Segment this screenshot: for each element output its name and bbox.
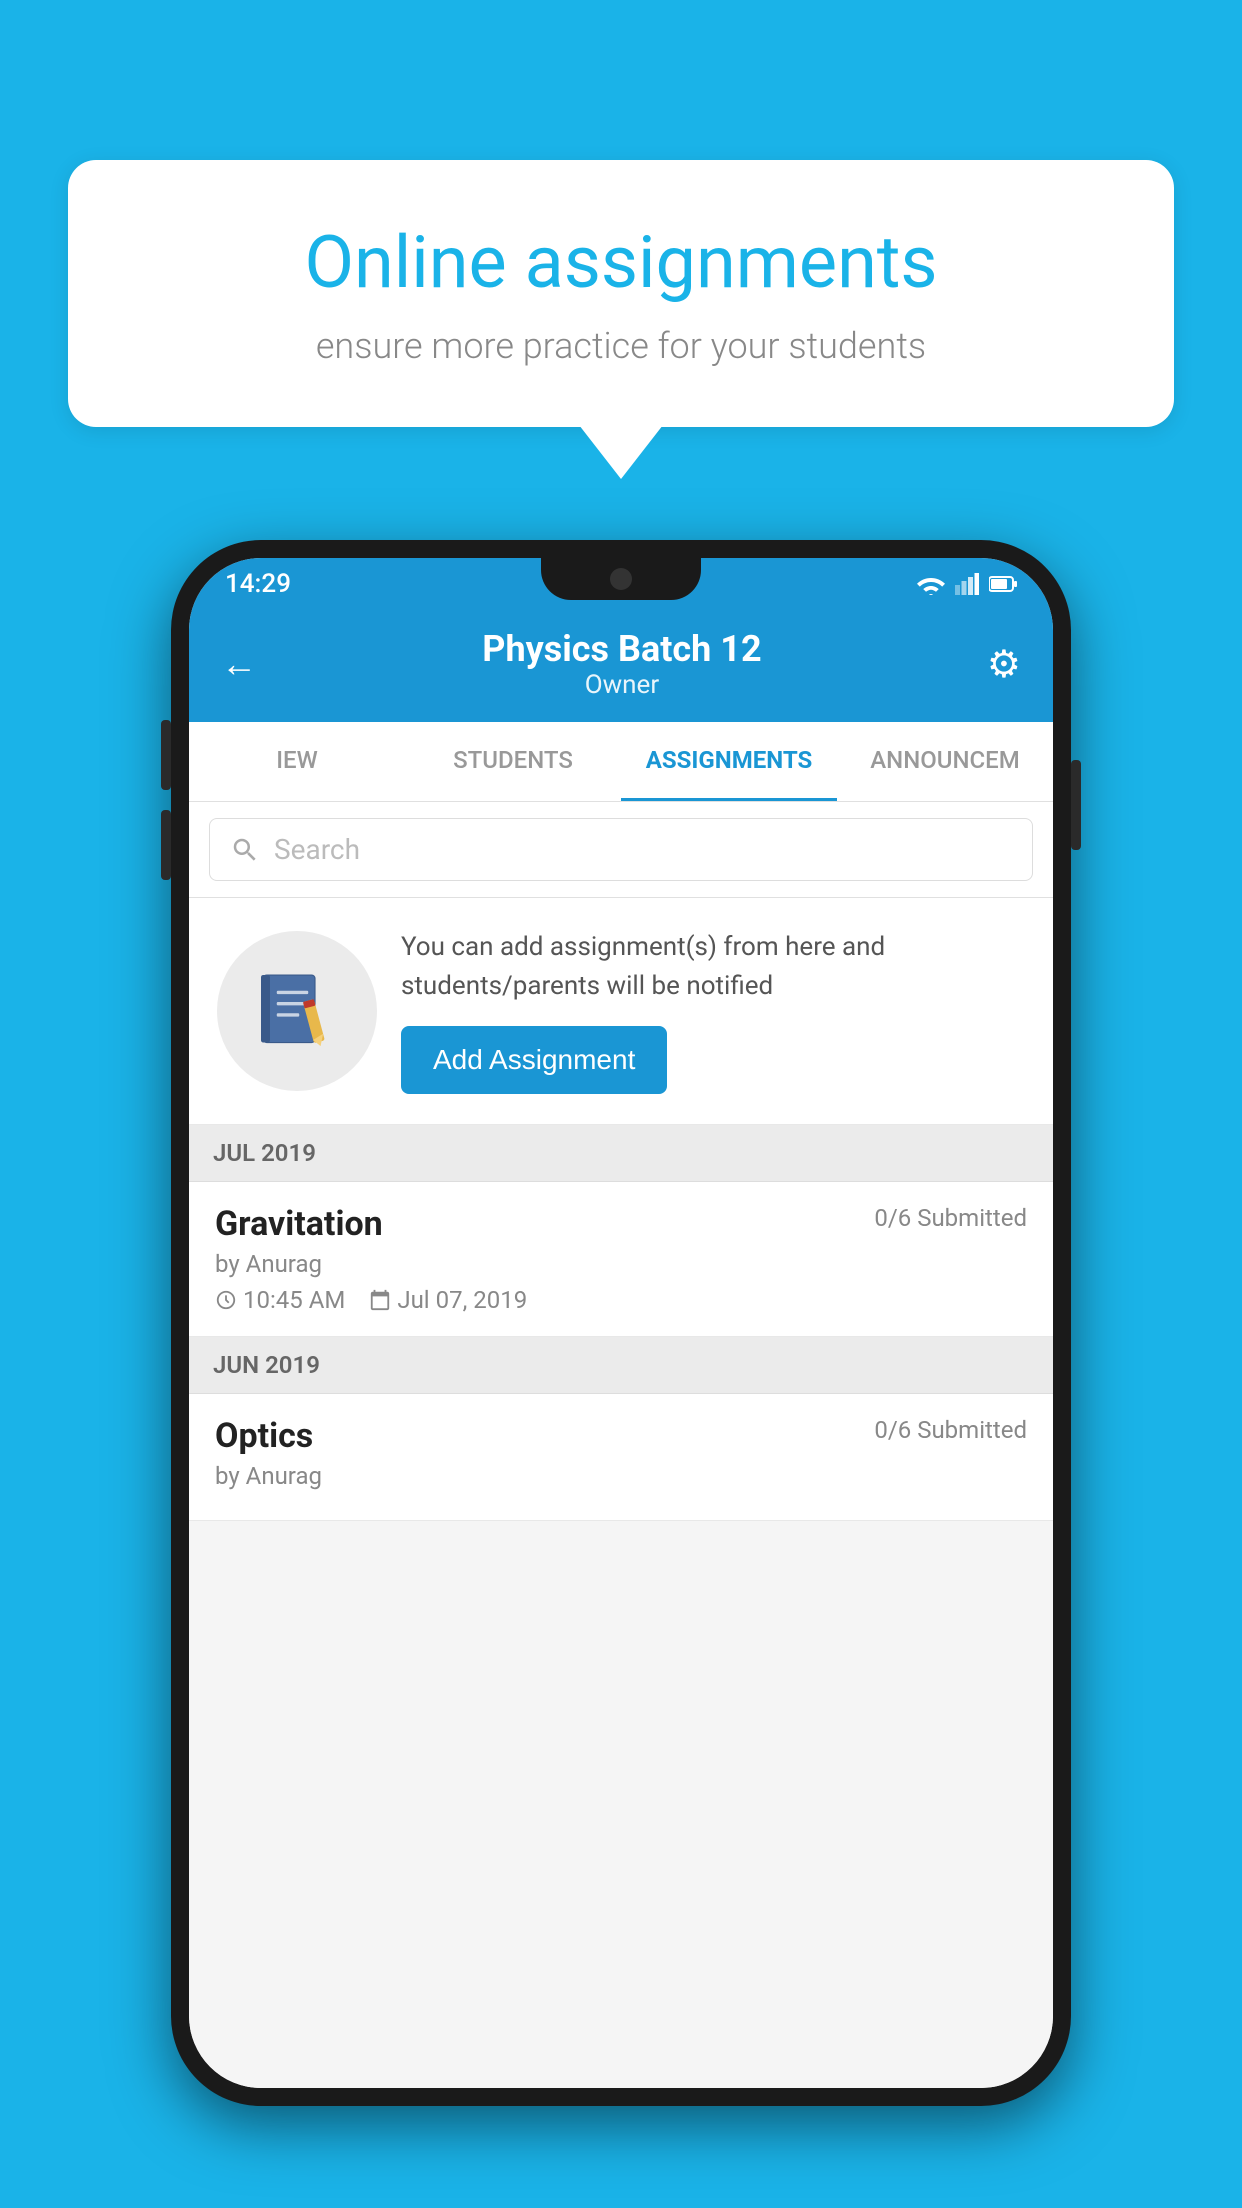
status-icons [917, 573, 1017, 595]
assignment-item-optics[interactable]: Optics 0/6 Submitted by Anurag [189, 1394, 1053, 1521]
assignment-top-optics: Optics 0/6 Submitted [215, 1416, 1027, 1456]
bubble-title: Online assignments [138, 220, 1104, 305]
tab-iew[interactable]: IEW [189, 722, 405, 801]
promo-description: You can add assignment(s) from here and … [401, 928, 1025, 1006]
assignment-time: 10:45 AM [243, 1286, 345, 1314]
clock-icon [215, 1289, 237, 1311]
assignment-item-gravitation[interactable]: Gravitation 0/6 Submitted by Anurag 10:4… [189, 1182, 1053, 1337]
battery-icon [989, 575, 1017, 593]
search-bar: Search [189, 802, 1053, 898]
speech-bubble-container: Online assignments ensure more practice … [68, 160, 1174, 427]
power-button [1071, 760, 1081, 850]
assignment-status: 0/6 Submitted [874, 1204, 1027, 1232]
app-header: ← Physics Batch 12 Owner ⚙ [189, 610, 1053, 722]
section-header-jun: JUN 2019 [189, 1337, 1053, 1394]
settings-icon[interactable]: ⚙ [987, 642, 1021, 687]
promo-card: You can add assignment(s) from here and … [189, 898, 1053, 1125]
tab-assignments[interactable]: ASSIGNMENTS [621, 722, 837, 801]
search-placeholder: Search [274, 833, 360, 866]
promo-icon-circle [217, 931, 377, 1091]
section-header-jul: JUL 2019 [189, 1125, 1053, 1182]
optics-author: by Anurag [215, 1462, 1027, 1490]
tab-students[interactable]: STUDENTS [405, 722, 621, 801]
assignment-author: by Anurag [215, 1250, 1027, 1278]
signal-icon [955, 573, 979, 595]
time-meta: 10:45 AM [215, 1286, 345, 1314]
optics-status: 0/6 Submitted [874, 1416, 1027, 1444]
phone-notch [541, 558, 701, 600]
promo-text-block: You can add assignment(s) from here and … [401, 928, 1025, 1094]
assignment-name: Gravitation [215, 1204, 383, 1244]
search-icon [230, 835, 260, 865]
date-meta: Jul 07, 2019 [369, 1286, 527, 1314]
back-button[interactable]: ← [221, 643, 257, 685]
volume-down-button [161, 810, 171, 880]
assignment-date: Jul 07, 2019 [397, 1286, 527, 1314]
tab-announcements[interactable]: ANNOUNCEM [837, 722, 1053, 801]
status-time: 14:29 [225, 569, 291, 599]
volume-up-button [161, 720, 171, 790]
bubble-subtitle: ensure more practice for your students [138, 325, 1104, 367]
phone-camera [610, 568, 632, 590]
notebook-icon [252, 966, 342, 1056]
content-area: Search [189, 802, 1053, 2088]
header-title: Physics Batch 12 [482, 628, 761, 670]
header-title-block: Physics Batch 12 Owner [482, 628, 761, 700]
assignment-top: Gravitation 0/6 Submitted [215, 1204, 1027, 1244]
add-assignment-button[interactable]: Add Assignment [401, 1026, 667, 1094]
phone-mockup: 14:29 [171, 540, 1071, 2106]
assignment-meta: 10:45 AM Jul 07, 2019 [215, 1286, 1027, 1314]
optics-name: Optics [215, 1416, 313, 1456]
phone-screen: 14:29 [189, 558, 1053, 2088]
calendar-icon [369, 1289, 391, 1311]
tabs-bar: IEW STUDENTS ASSIGNMENTS ANNOUNCEM [189, 722, 1053, 802]
header-subtitle: Owner [482, 670, 761, 700]
speech-bubble: Online assignments ensure more practice … [68, 160, 1174, 427]
search-input-wrap[interactable]: Search [209, 818, 1033, 881]
wifi-icon [917, 573, 945, 595]
